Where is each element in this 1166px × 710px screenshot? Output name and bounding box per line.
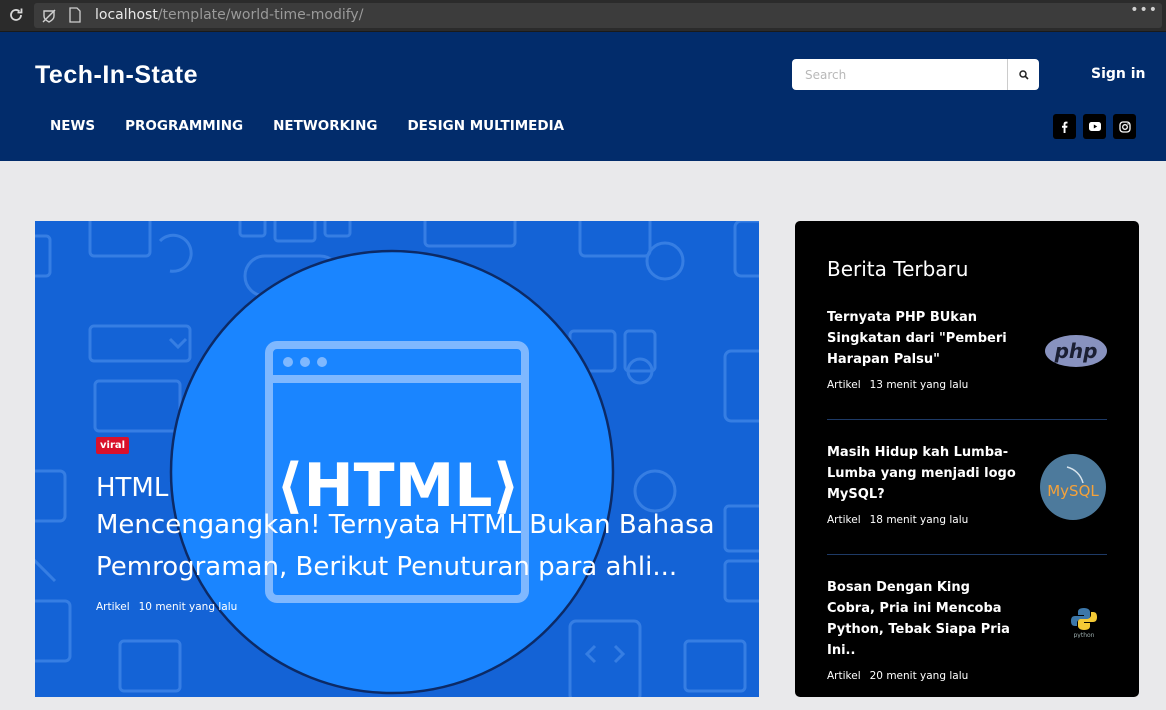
news-time: 18 menit yang lalu xyxy=(869,514,969,526)
divider xyxy=(827,419,1107,420)
youtube-button[interactable] xyxy=(1083,114,1106,139)
news-title[interactable]: Bosan Dengan King Cobra, Pria ini Mencob… xyxy=(827,577,1022,661)
search-icon xyxy=(1018,69,1029,80)
nav-item-news[interactable]: NEWS xyxy=(50,118,95,134)
python-logo-text: python xyxy=(1074,632,1095,638)
news-title[interactable]: Ternyata PHP BUkan Singkatan dari "Pembe… xyxy=(827,307,1022,370)
main-nav: NEWS PROGRAMMING NETWORKING DESIGN MULTI… xyxy=(50,118,594,134)
search-button[interactable] xyxy=(1007,59,1039,90)
nav-item-networking[interactable]: NETWORKING xyxy=(273,118,377,134)
url-host: localhost xyxy=(95,7,158,23)
featured-article[interactable]: ⟨HTML⟩ viral HTML Mencengangkan! Ternyat… xyxy=(35,221,759,697)
news-time: 20 menit yang lalu xyxy=(869,670,969,682)
latest-news-panel: Berita Terbaru Ternyata PHP BUkan Singka… xyxy=(795,221,1139,697)
search-input[interactable] xyxy=(792,59,1007,90)
news-type: Artikel xyxy=(827,514,861,526)
site-header: Tech-In-State Sign in NEWS PROGRAMMING N… xyxy=(0,32,1166,161)
list-item[interactable]: Bosan Dengan King Cobra, Pria ini Mencob… xyxy=(827,577,1107,682)
php-logo-text: php xyxy=(1054,339,1098,363)
news-type: Artikel xyxy=(827,379,861,391)
featured-article-content: viral HTML Mencengangkan! Ternyata HTML … xyxy=(96,433,716,613)
list-item[interactable]: Masih Hidup kah Lumba-Lumba yang menjadi… xyxy=(827,442,1107,526)
article-title[interactable]: Mencengangkan! Ternyata HTML Bukan Bahas… xyxy=(96,504,716,588)
nav-item-design-multimedia[interactable]: DESIGN MULTIMEDIA xyxy=(407,118,564,134)
python-logo[interactable]: python xyxy=(1069,606,1099,642)
nav-item-programming[interactable]: PROGRAMMING xyxy=(125,118,243,134)
latest-news-heading: Berita Terbaru xyxy=(827,257,969,281)
signin-link[interactable]: Sign in xyxy=(1091,66,1146,82)
article-category[interactable]: HTML xyxy=(96,472,716,504)
article-meta: Artikel 10 menit yang lalu xyxy=(96,601,716,613)
news-title[interactable]: Masih Hidup kah Lumba-Lumba yang menjadi… xyxy=(827,442,1022,505)
news-type: Artikel xyxy=(827,670,861,682)
article-time: 10 menit yang lalu xyxy=(138,601,238,613)
facebook-icon xyxy=(1062,121,1068,133)
browser-toolbar: localhost/template/world-time-modify/ ••… xyxy=(0,0,1166,32)
youtube-icon xyxy=(1088,122,1101,131)
mysql-logo-text: MySQL xyxy=(1047,482,1099,500)
url-text[interactable]: localhost/template/world-time-modify/ xyxy=(95,7,363,23)
divider xyxy=(827,554,1107,555)
address-bar[interactable]: localhost/template/world-time-modify/ xyxy=(34,3,1162,28)
shield-icon[interactable] xyxy=(41,8,57,23)
news-meta: Artikel 20 menit yang lalu xyxy=(827,670,1107,682)
list-item[interactable]: Ternyata PHP BUkan Singkatan dari "Pembe… xyxy=(827,307,1107,391)
page-icon xyxy=(69,7,81,23)
news-meta: Artikel 13 menit yang lalu xyxy=(827,379,1107,391)
tag-badge[interactable]: viral xyxy=(96,437,130,454)
php-logo[interactable]: php xyxy=(1045,334,1107,372)
instagram-icon xyxy=(1118,120,1131,133)
article-type: Artikel xyxy=(96,601,130,613)
instagram-button[interactable] xyxy=(1113,114,1136,139)
facebook-button[interactable] xyxy=(1053,114,1076,139)
news-time: 13 menit yang lalu xyxy=(869,379,969,391)
mysql-logo[interactable]: MySQL xyxy=(1039,453,1107,525)
more-menu-icon[interactable]: ••• xyxy=(1130,2,1158,18)
site-logo[interactable]: Tech-In-State xyxy=(35,61,198,90)
url-path: /template/world-time-modify/ xyxy=(157,7,364,23)
search-form xyxy=(792,59,1039,90)
reload-icon[interactable] xyxy=(8,7,24,23)
